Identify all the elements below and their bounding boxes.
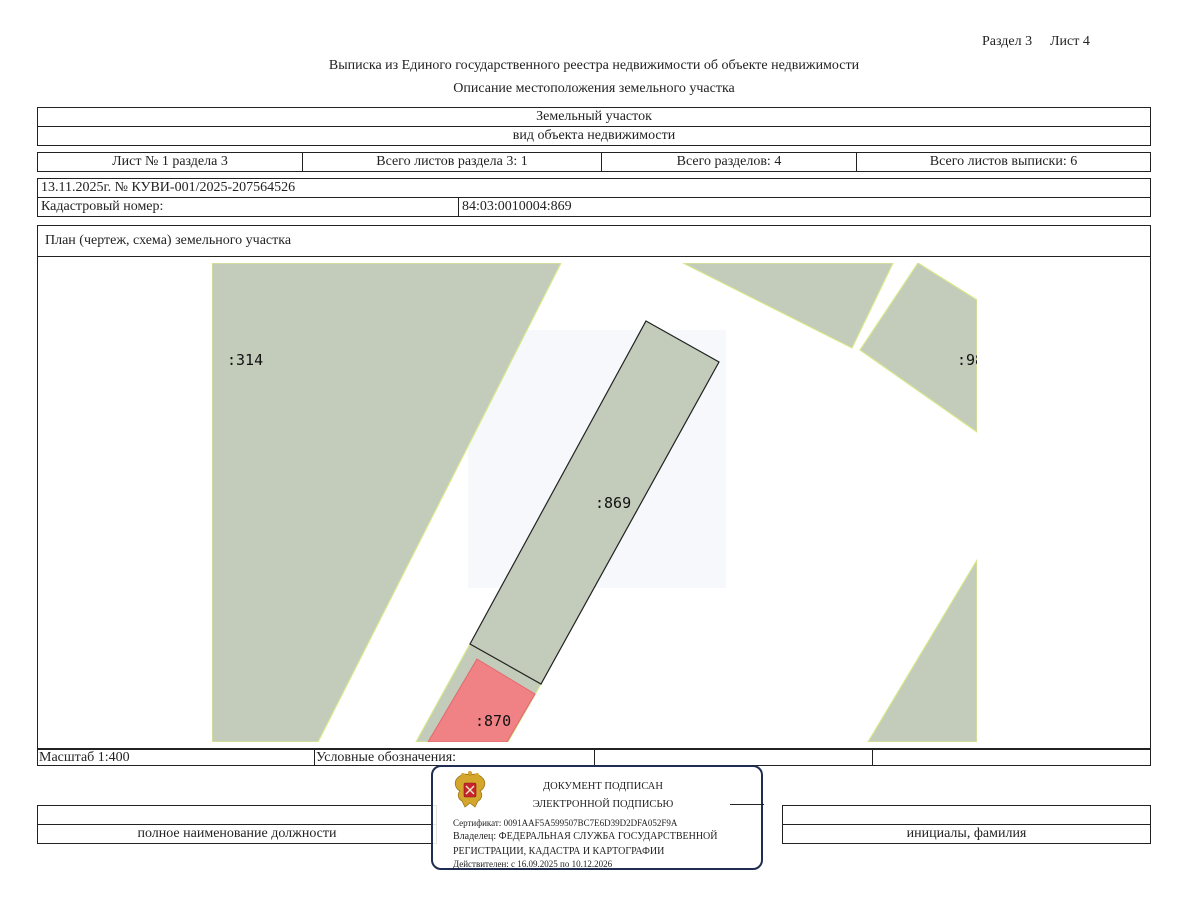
legend-cell: Условные обозначения:: [314, 749, 595, 766]
coat-of-arms-icon: [454, 771, 486, 808]
position-caption: полное наименование должности: [37, 824, 437, 844]
parcel-label-314: :314: [227, 351, 263, 369]
scale-cell: Масштаб 1:400: [37, 749, 315, 766]
name-caption: инициалы, фамилия: [782, 824, 1151, 844]
e-signature-stamp: ДОКУМЕНТ ПОДПИСАН ЭЛЕКТРОННОЙ ПОДПИСЬЮ С…: [431, 765, 764, 870]
stamp-owner-2: РЕГИСТРАЦИИ, КАДАСТРА И КАРТОГРАФИИ: [453, 846, 665, 857]
stamp-line-1: ДОКУМЕНТ ПОДПИСАН: [543, 781, 663, 792]
stamp-validity: Действителен: с 16.09.2025 по 10.12.2026: [453, 859, 613, 869]
stamp-line-2: ЭЛЕКТРОННОЙ ПОДПИСЬЮ: [532, 799, 674, 810]
parcel-label-98: :98: [957, 351, 984, 369]
stamp-certificate: Сертификат: 0091AAF5A599507BC7E6D39D2DFA…: [453, 818, 678, 828]
stamp-owner-1: Владелец: ФЕДЕРАЛЬНАЯ СЛУЖБА ГОСУДАРСТВЕ…: [453, 831, 718, 842]
legend-empty-cell-2: [872, 749, 1151, 766]
parcel-label-869: :869: [595, 494, 631, 512]
legend-empty-cell-1: [594, 749, 873, 766]
signature-row-top-left: [37, 805, 437, 825]
stamp-separator: [730, 804, 764, 805]
signature-row-top-right: [782, 805, 1151, 825]
parcel-label-870: :870: [475, 712, 511, 730]
